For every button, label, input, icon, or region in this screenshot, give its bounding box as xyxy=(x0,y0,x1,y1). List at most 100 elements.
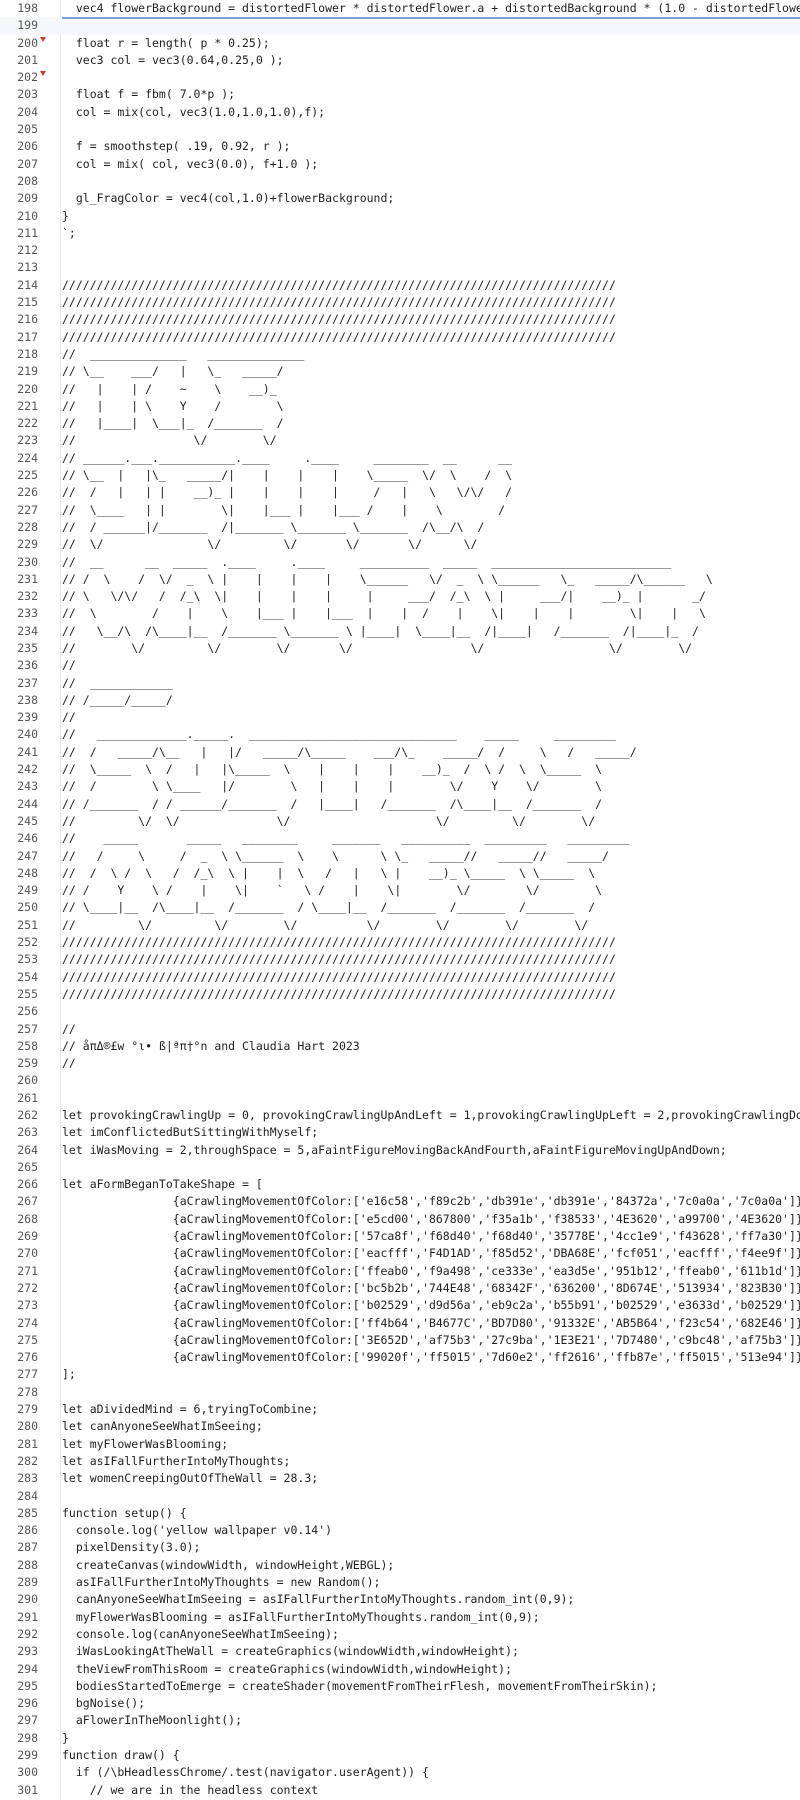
code-line[interactable]: 241 // / _____/\__ | |/ _____/\_____ ___/… xyxy=(0,744,800,761)
code-line[interactable]: 290 canAnyoneSeeWhatImSeeing = asIFallFu… xyxy=(0,1591,800,1608)
code-line[interactable]: 211 `; xyxy=(0,225,800,242)
code-line[interactable]: 229 // \/ \/ \/ \/ \/ \/ xyxy=(0,536,800,553)
code-line[interactable]: 301 // we are in the headless context xyxy=(0,1782,800,1799)
code-line[interactable]: 252 /////////////////////////////////////… xyxy=(0,934,800,951)
code-line[interactable]: 254 /////////////////////////////////////… xyxy=(0,969,800,986)
code-line[interactable]: 231 // / \ / \/ _ \ | | | | \______ \/ _ … xyxy=(0,571,800,588)
code-line[interactable]: 294 theViewFromThisRoom = createGraphics… xyxy=(0,1661,800,1678)
code-line[interactable]: 204 col = mix(col, vec3(1.0,1.0,1.0),f); xyxy=(0,104,800,121)
code-line[interactable]: 200 float r = length( p * 0.25); xyxy=(0,35,800,52)
code-line[interactable]: 299 function draw() { xyxy=(0,1747,800,1764)
code-line[interactable]: 227 // \____ | | \| |___ | |___ / | \ / xyxy=(0,502,800,519)
code-line[interactable]: 289 asIFallFurtherIntoMyThoughts = new R… xyxy=(0,1574,800,1591)
code-line[interactable]: 219 // \__ ___/ | \_ _____/ xyxy=(0,363,800,380)
code-line[interactable]: 277]; xyxy=(0,1366,800,1383)
code-line[interactable]: 245 // \/ \/ \/ \/ \/ \/ xyxy=(0,813,800,830)
code-line[interactable]: 288 createCanvas(windowWidth, windowHeig… xyxy=(0,1557,800,1574)
code-line[interactable]: 255 /////////////////////////////////////… xyxy=(0,986,800,1003)
code-line[interactable]: 214 /////////////////////////////////////… xyxy=(0,277,800,294)
code-line[interactable]: 272 {aCrawlingMovementOfColor:['bc5b2b',… xyxy=(0,1280,800,1297)
code-line[interactable]: 282 let asIFallFurtherIntoMyThoughts; xyxy=(0,1453,800,1470)
code-line[interactable]: 221 // | | \ Y / \ xyxy=(0,398,800,415)
code-line[interactable]: 270 {aCrawlingMovementOfColor:['eacfff',… xyxy=(0,1245,800,1262)
code-editor[interactable]: 198 vec4 flowerBackground = distortedFlo… xyxy=(0,0,800,1800)
code-line[interactable]: 212 xyxy=(0,242,800,259)
code-line[interactable]: 271 {aCrawlingMovementOfColor:['ffeab0',… xyxy=(0,1263,800,1280)
code-line[interactable]: 278 xyxy=(0,1384,800,1401)
code-line[interactable]: 263 let imConflictedButSittingWithMyself; xyxy=(0,1124,800,1141)
code-line[interactable]: 264 let iWasMoving = 2,throughSpace = 5,a… xyxy=(0,1142,800,1159)
code-line[interactable]: 266 let aFormBeganToTakeShape = [ xyxy=(0,1176,800,1193)
code-line[interactable]: 208 xyxy=(0,173,800,190)
code-line[interactable]: 243 // / \ \____ |/ \ | | | \/ Y \/ \ xyxy=(0,778,800,795)
code-line[interactable]: 256 xyxy=(0,1003,800,1020)
code-line[interactable]: 223 // \/ \/ xyxy=(0,432,800,449)
code-line[interactable]: 246 // _____ _____ ________ _______ _____… xyxy=(0,830,800,847)
code-line[interactable]: 228 // / ______|/_______ /|_______ \_____… xyxy=(0,519,800,536)
code-line[interactable]: 250 // \____|__ /\____|__ /_______ / \___… xyxy=(0,899,800,916)
code-line[interactable]: 206 f = smoothstep( .19, 0.92, r ); xyxy=(0,138,800,155)
code-line[interactable]: 242 // \_____ \ / | |\_____ \ | | | __)_ … xyxy=(0,761,800,778)
code-line[interactable]: 220 // | | / ~ \ __)_ xyxy=(0,381,800,398)
code-line[interactable]: 205 xyxy=(0,121,800,138)
code-line[interactable]: 236 // xyxy=(0,657,800,674)
code-line[interactable]: 298} xyxy=(0,1730,800,1747)
code-line[interactable]: 247 // / \ / _ \ \______ \ \ \ \_ _____//… xyxy=(0,848,800,865)
code-line[interactable]: 251 // \/ \/ \/ \/ \/ \/ \/ xyxy=(0,917,800,934)
code-line[interactable]: 287 pixelDensity(3.0); xyxy=(0,1539,800,1556)
code-line[interactable]: 269 {aCrawlingMovementOfColor:['57ca8f',… xyxy=(0,1228,800,1245)
code-line[interactable]: 239 // xyxy=(0,709,800,726)
code-line[interactable]: 230 // __ __ _____ .____ .____ __________… xyxy=(0,554,800,571)
code-line[interactable]: 283 let womenCreepingOutOfTheWall = 28.3; xyxy=(0,1470,800,1487)
code-line[interactable]: 262 let provokingCrawlingUp = 0, provokin… xyxy=(0,1107,800,1124)
code-line[interactable]: 248 // / \ / \ / /_\ \ | | \ / | \ | __)_… xyxy=(0,865,800,882)
code-line[interactable]: 268 {aCrawlingMovementOfColor:['e5cd00',… xyxy=(0,1211,800,1228)
code-line[interactable]: 280 let canAnyoneSeeWhatImSeeing; xyxy=(0,1418,800,1435)
code-line[interactable]: 198 vec4 flowerBackground = distortedFlo… xyxy=(0,0,800,17)
code-line[interactable]: 225 // \__ | |\_ _____/| | | | \_____ \/ … xyxy=(0,467,800,484)
code-line[interactable]: 237 // ____________ xyxy=(0,675,800,692)
code-line[interactable]: 279 let aDividedMind = 6,tryingToCombine; xyxy=(0,1401,800,1418)
code-line[interactable]: 213 xyxy=(0,259,800,276)
code-line[interactable]: 235 // \/ \/ \/ \/ \/ \/ \/ xyxy=(0,640,800,657)
code-line[interactable]: 226 // / | | | __)_ | | | | / | \ \/\/ / xyxy=(0,484,800,501)
code-line[interactable]: 284 xyxy=(0,1488,800,1505)
code-line[interactable]: 238 // /_____/_____/ xyxy=(0,692,800,709)
code-line[interactable]: 244 // /_______ / / ______/_______ / |___… xyxy=(0,796,800,813)
code-line[interactable]: 261 xyxy=(0,1090,800,1107)
code-line[interactable]: 257 // xyxy=(0,1021,800,1038)
code-line[interactable]: 295 bodiesStartedToEmerge = createShader… xyxy=(0,1678,800,1695)
code-line[interactable]: 201 vec3 col = vec3(0.64,0.25,0 ); xyxy=(0,52,800,69)
code-line[interactable]: 274 {aCrawlingMovementOfColor:['ff4b64',… xyxy=(0,1315,800,1332)
code-line[interactable]: 293 iWasLookingAtTheWall = createGraphic… xyxy=(0,1643,800,1660)
code-line[interactable]: 222 // |____| \___|_ /_______ / xyxy=(0,415,800,432)
code-line[interactable]: 273 {aCrawlingMovementOfColor:['b02529',… xyxy=(0,1297,800,1314)
code-line[interactable]: 210} xyxy=(0,208,800,225)
code-line[interactable]: 259 // xyxy=(0,1055,800,1072)
code-line[interactable]: 203 float f = fbm( 7.0*p ); xyxy=(0,86,800,103)
code-line[interactable]: 253 /////////////////////////////////////… xyxy=(0,951,800,968)
code-line[interactable]: 265 xyxy=(0,1159,800,1176)
code-line[interactable]: 218 // ______________ ______________ xyxy=(0,346,800,363)
code-line[interactable]: 292 console.log(canAnyoneSeeWhatImSeeing… xyxy=(0,1626,800,1643)
code-line[interactable]: 300 if (/\bHeadlessChrome/.test(navigato… xyxy=(0,1764,800,1781)
code-line[interactable]: 285 function setup() { xyxy=(0,1505,800,1522)
code-lines[interactable]: 198 vec4 flowerBackground = distortedFlo… xyxy=(0,0,800,1799)
code-line[interactable]: 207 col = mix( col, vec3(0.0), f+1.0 ); xyxy=(0,156,800,173)
code-line[interactable]: 216 /////////////////////////////////////… xyxy=(0,311,800,328)
code-line[interactable]: 202 xyxy=(0,69,800,86)
code-line[interactable]: 296 bgNoise(); xyxy=(0,1695,800,1712)
code-line[interactable]: 199 xyxy=(0,17,800,35)
code-line[interactable]: 276 {aCrawlingMovementOfColor:['99020f',… xyxy=(0,1349,800,1366)
code-line[interactable]: 209 gl_FragColor = vec4(col,1.0)+flowerB… xyxy=(0,190,800,207)
code-line[interactable]: 297 aFlowerInTheMoonlight(); xyxy=(0,1712,800,1729)
code-line[interactable]: 217 /////////////////////////////////////… xyxy=(0,329,800,346)
code-line[interactable]: 281 let myFlowerWasBlooming; xyxy=(0,1436,800,1453)
code-line[interactable]: 215 /////////////////////////////////////… xyxy=(0,294,800,311)
code-line[interactable]: 240 // _____________._____. _____________… xyxy=(0,726,800,743)
code-line[interactable]: 224 // ______.___.___________.____ .____ … xyxy=(0,450,800,467)
code-line[interactable]: 291 myFlowerWasBlooming = asIFallFurther… xyxy=(0,1609,800,1626)
code-line[interactable]: 232 // \ \/\/ / /_\ \| | | | | ___/ /_\ \… xyxy=(0,588,800,605)
code-line[interactable]: 260 xyxy=(0,1072,800,1089)
code-line[interactable]: 275 {aCrawlingMovementOfColor:['3E652D',… xyxy=(0,1332,800,1349)
